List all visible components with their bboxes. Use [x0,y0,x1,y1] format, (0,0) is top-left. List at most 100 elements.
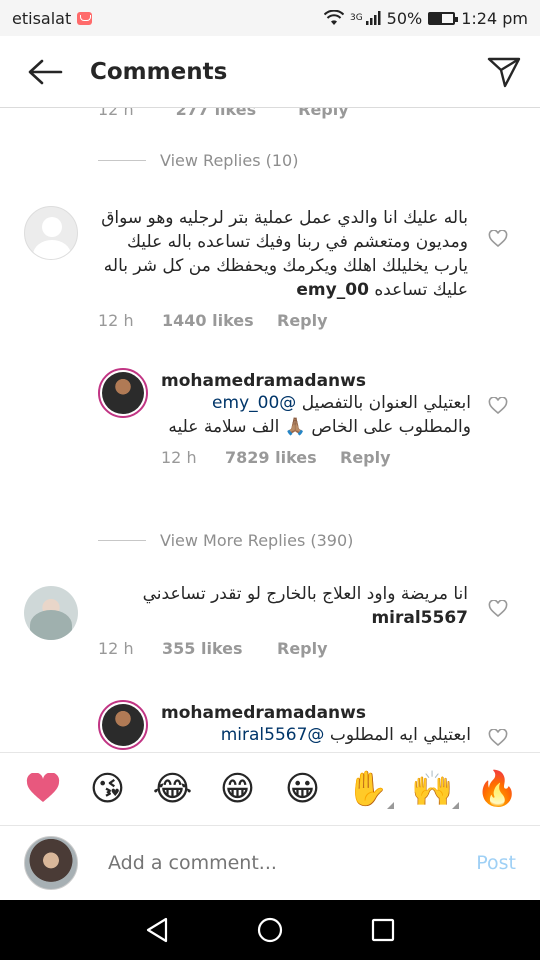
comment-time: 12 h [98,311,134,330]
view-more-replies-label: View More Replies (390) [160,531,354,550]
avatar-photo [30,610,72,640]
comment-meta: 12 h 7829 likes Reply [161,448,471,467]
signal-icon [365,11,381,25]
back-button[interactable] [0,36,90,108]
circle-home-icon [257,917,283,943]
emoji-kiss-button[interactable]: 😘 [86,767,130,811]
network-type: 3G [349,13,363,23]
nav-back-button[interactable] [137,910,177,950]
reply-button[interactable]: Reply [277,639,328,658]
comment-message: انا مريضة واود العلاج بالخارج لو تقدر تس… [142,584,468,604]
avatar[interactable] [24,586,78,640]
emoji-quick-bar: 😘 😂 😁 😀 ✋ 🙌 🔥 [0,752,540,826]
comment-body: mohamedramadanws ابعتيلي ايه المطلوب @mi… [161,703,471,747]
comment-meta: 12 h 1440 likes Reply [98,311,468,330]
carrier-name: etisalat [12,8,72,28]
avatar-photo [102,372,144,414]
comment-time: 12 h [161,448,197,467]
avatar[interactable] [24,206,78,260]
comment-body: انا مريضة واود العلاج بالخارج لو تقدر تس… [98,582,468,658]
comment-text: ابعتيلي ايه المطلوب @miral5567 [161,723,471,747]
comment-time: 12 h [98,639,134,658]
nav-home-button[interactable] [250,910,290,950]
divider-line [98,160,146,161]
emoji-hand-button[interactable]: ✋ [346,767,394,811]
clock: 1:24 pm [461,8,528,28]
triangle-back-icon [146,917,167,943]
avatar-head-shape [42,217,62,237]
view-replies-label: View Replies (10) [160,151,299,170]
laugh-emoji-icon: 😂 [152,769,193,809]
comment-username[interactable]: mohamedramadanws [161,371,471,391]
battery-percent: 50% [386,8,423,28]
heart-icon[interactable] [488,230,508,248]
raised-hands-emoji-icon: 🙌 [411,769,454,809]
comment-text: انا مريضة واود العلاج بالخارج لو تقدر تس… [98,582,468,630]
nav-recents-button[interactable] [363,910,403,950]
share-button[interactable] [468,36,540,108]
reply-button[interactable]: Reply [277,311,328,330]
heart-icon[interactable] [488,397,508,415]
comment-message: ابعتيلي العنوان بالتفصيل [301,393,471,413]
emoji-grin-button[interactable]: 😁 [216,767,260,811]
reply-button[interactable]: Reply [340,448,391,467]
skin-tone-indicator [451,802,459,809]
comment-likes[interactable]: 355 likes [162,639,277,658]
comment-username[interactable]: 00_emy [296,280,369,300]
divider-line [98,540,146,541]
arrow-left-icon [28,59,63,84]
comment-text-line2: والمطلوب على الخاص 🙏🏽 الف سلامة عليه [168,417,471,437]
comment-text: باله عليك انا والدي عمل عملية بتر لرجليه… [98,206,468,302]
heart-emoji-icon [26,773,59,802]
comment-username[interactable]: mohamedramadanws [161,703,471,723]
battery-icon [428,11,459,25]
emoji-laugh-button[interactable]: 😂 [151,767,195,811]
status-right: 3G 50% 1:24 pm [323,8,528,28]
wifi-icon [323,10,344,25]
emoji-fire-button[interactable]: 🔥 [476,767,520,811]
kiss-emoji-icon: 😘 [89,769,126,809]
grin-emoji-icon: 😁 [219,769,256,809]
previous-comment-meta: 12 h 277 likes Reply [98,108,349,119]
comment-time: 12 h [98,108,134,119]
comment-username[interactable]: miral5567 [371,608,468,628]
view-replies-button[interactable]: View Replies (10) [98,151,298,170]
status-bar: etisalat 3G 50% 1:24 pm [0,0,540,36]
mention-link[interactable]: @miral5567 [221,725,325,745]
fire-emoji-icon: 🔥 [476,769,519,809]
comments-feed[interactable]: 12 h 277 likes Reply View Replies (10) ب… [0,108,540,752]
avatar[interactable] [98,700,148,750]
comment-likes[interactable]: 277 likes [176,108,257,119]
mention-link[interactable]: @00_emy [212,393,296,413]
skin-tone-indicator [386,802,394,809]
carrier-icon [77,11,93,25]
avatar[interactable] [98,368,148,418]
smile-emoji-icon: 😀 [284,769,321,809]
avatar-photo [102,704,144,746]
post-button[interactable]: Post [476,852,516,874]
comment-text: ابعتيلي العنوان بالتفصيل @00_emy [161,391,471,415]
square-recents-icon [372,918,395,942]
heart-icon[interactable] [488,600,508,618]
my-avatar [24,836,78,890]
raised-hand-emoji-icon: ✋ [346,769,389,809]
emoji-raised-hands-button[interactable]: 🙌 [411,767,459,811]
comment-likes[interactable]: 7829 likes [225,448,340,467]
page-title: Comments [90,58,228,85]
heart-icon[interactable] [488,729,508,747]
status-left: etisalat [12,8,93,28]
emoji-smile-button[interactable]: 😀 [281,767,325,811]
comments-header: Comments [0,36,540,108]
comment-message: باله عليك انا والدي عمل عملية بتر لرجليه… [101,208,468,300]
view-more-replies-button[interactable]: View More Replies (390) [98,531,353,550]
system-nav-bar [0,900,540,960]
comment-message: ابعتيلي ايه المطلوب [329,725,471,745]
emoji-heart-button[interactable] [21,767,65,811]
comment-meta: 12 h 355 likes Reply [98,639,468,658]
reply-button[interactable]: Reply [298,108,349,119]
add-comment-bar: Post [0,826,540,900]
comment-input[interactable] [108,852,477,874]
paper-plane-icon [487,57,521,87]
comment-likes[interactable]: 1440 likes [162,311,277,330]
avatar-body-shape [33,240,71,259]
